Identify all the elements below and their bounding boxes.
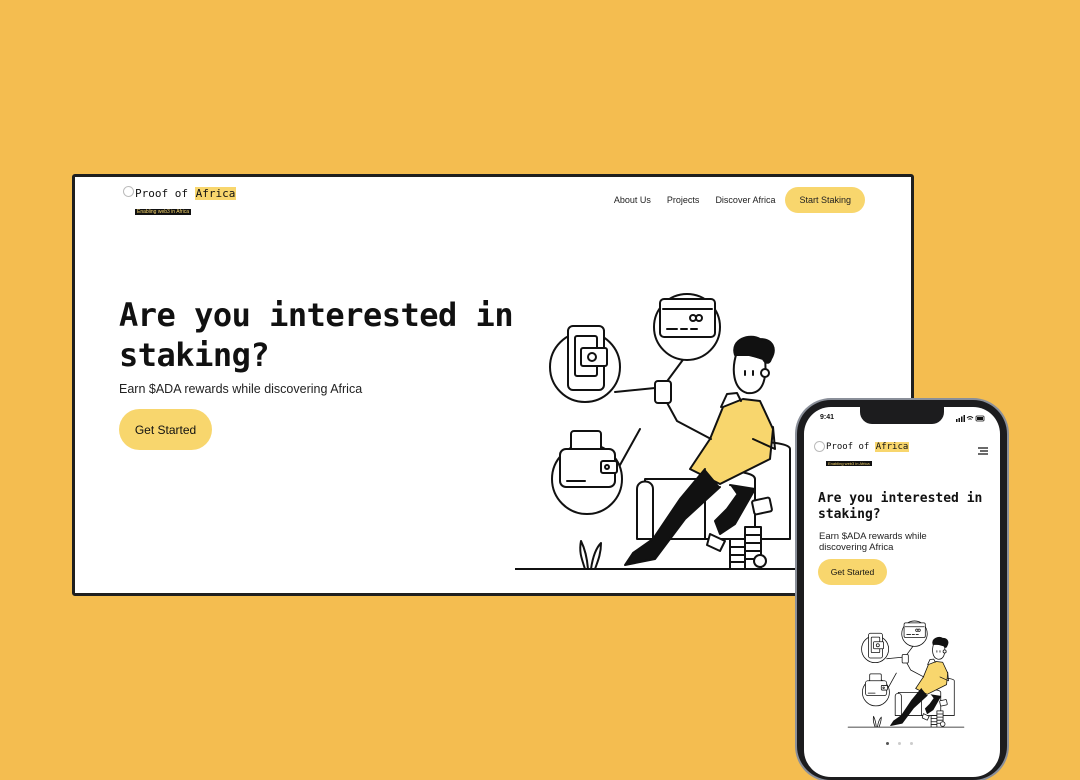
brand-tagline: Enabling web3 in Africa [135, 209, 191, 215]
mobile-staking-illustration [847, 620, 965, 728]
mobile-screen: 9:41 Proof of Africa Enabling web3 in Af… [804, 407, 1000, 777]
mobile-hero-subtitle: Earn $ADA rewards while discovering Afri… [819, 531, 927, 553]
status-time: 9:41 [820, 414, 835, 421]
carousel-dot-1[interactable] [886, 742, 889, 745]
mobile-brand-logo[interactable]: Proof of Africa Enabling web3 in Africa [814, 441, 910, 470]
brand-name-prefix: Proof of [135, 187, 195, 200]
nav-discover-africa[interactable]: Discover Africa [715, 195, 775, 205]
carousel-dots [886, 742, 913, 745]
start-staking-button[interactable]: Start Staking [785, 187, 865, 213]
mobile-device-frame: 9:41 Proof of Africa Enabling web3 in Af… [797, 400, 1007, 780]
mobile-brand-name: Proof of Africa [826, 442, 910, 452]
desktop-frame: Proof of Africa Enabling web3 in Africa … [72, 174, 914, 596]
get-started-button[interactable]: Get Started [119, 409, 212, 450]
mobile-hero-title: Are you interested in staking? [818, 491, 983, 522]
brand-logo[interactable]: Proof of Africa Enabling web3 in Africa [123, 186, 237, 218]
wifi-icon [966, 416, 974, 420]
hero-subtitle: Earn $ADA rewards while discovering Afri… [119, 382, 363, 396]
carousel-dot-2[interactable] [898, 742, 901, 745]
mobile-get-started-button[interactable]: Get Started [818, 559, 887, 585]
signal-icon [956, 415, 965, 422]
brand-name-highlight: Africa [874, 442, 910, 452]
mobile-brand-tagline: Enabling web3 in Africa [826, 461, 872, 466]
phone-notch [860, 407, 944, 424]
top-nav: About Us Projects Discover Africa Start … [598, 187, 865, 213]
status-icons [956, 415, 985, 422]
menu-icon[interactable] [978, 447, 988, 455]
nav-projects[interactable]: Projects [667, 195, 700, 205]
carousel-dot-3[interactable] [910, 742, 913, 745]
brand-name-highlight: Africa [194, 187, 237, 200]
brand-name-prefix: Proof of [826, 442, 875, 452]
nav-about-us[interactable]: About Us [614, 195, 651, 205]
logo-mark-icon [814, 441, 825, 452]
staking-illustration [515, 293, 815, 570]
battery-icon [975, 415, 985, 422]
brand-name: Proof of Africa [135, 187, 237, 200]
hero-title: Are you interested in staking? [119, 296, 514, 374]
logo-mark-icon [123, 186, 134, 197]
